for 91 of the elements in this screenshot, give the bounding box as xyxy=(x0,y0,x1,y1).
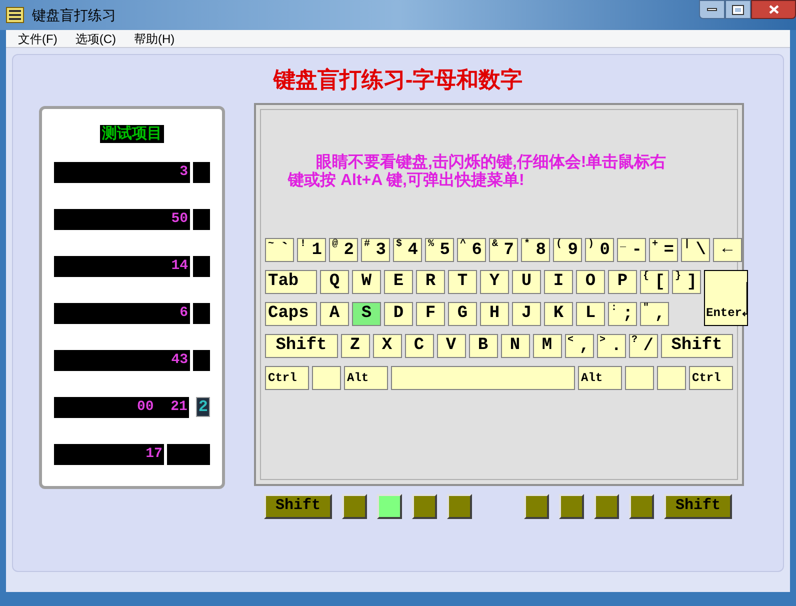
keyboard-key[interactable]: & 7 xyxy=(489,238,518,262)
masked-block xyxy=(167,444,210,464)
close-icon xyxy=(768,5,778,14)
keyboard-key[interactable]: Y xyxy=(480,270,509,294)
keyboard-key[interactable] xyxy=(625,366,654,390)
keyboard-key[interactable]: * 8 xyxy=(521,238,550,262)
keyboard-key[interactable]: F xyxy=(416,302,445,326)
menu-item[interactable]: 帮助(H) xyxy=(134,30,175,48)
stat-value: 6 xyxy=(180,304,188,322)
keyboard-key[interactable]: U xyxy=(512,270,541,294)
keyboard-key[interactable]: N xyxy=(500,334,530,358)
shift-indicator: Shift xyxy=(264,494,332,519)
keyboard-key[interactable]: L xyxy=(576,302,605,326)
keyboard-key[interactable]: T xyxy=(448,270,477,294)
keyboard-key[interactable]: | \ xyxy=(681,238,710,262)
keyboard-key[interactable]: { [ xyxy=(640,270,669,294)
menu-item[interactable]: 文件(F) xyxy=(18,30,58,48)
keyboard-key[interactable]: ( 9 xyxy=(553,238,582,262)
keyboard-key[interactable]: O xyxy=(576,270,605,294)
keyboard-key[interactable]: X xyxy=(372,334,402,358)
keyboard-key[interactable]: D xyxy=(384,302,413,326)
keyboard-key[interactable]: : ; xyxy=(608,302,637,326)
enter-label: Enter xyxy=(706,306,742,320)
close-button[interactable] xyxy=(751,0,796,19)
keyboard-key[interactable]: A xyxy=(320,302,349,326)
keyboard-key[interactable]: S xyxy=(352,302,381,326)
keyboard-key[interactable]: W xyxy=(352,270,381,294)
stat-value: 17 xyxy=(146,444,162,464)
keyboard-key[interactable]: Q xyxy=(320,270,349,294)
shift-key[interactable]: Shift xyxy=(660,334,733,358)
stat-value: 14 xyxy=(171,256,188,276)
shift-key[interactable]: Shift xyxy=(265,334,338,358)
keyboard-key[interactable]: _ - xyxy=(617,238,646,262)
keyboard-key[interactable]: ! 1 xyxy=(297,238,326,262)
keyboard-key[interactable]: M xyxy=(532,334,562,358)
keyboard-key[interactable]: > . xyxy=(596,334,626,358)
stat-value: 00 21 xyxy=(136,398,188,416)
masked-block xyxy=(193,350,210,370)
keyboard-key[interactable]: ^ 6 xyxy=(457,238,486,262)
keyboard-key[interactable]: C xyxy=(404,334,434,358)
keyboard-key[interactable]: R xyxy=(416,270,445,294)
keyboard-key[interactable]: ) 0 xyxy=(585,238,614,262)
keyboard-key[interactable]: G xyxy=(448,302,477,326)
keyboard-key[interactable]: ~ ` xyxy=(265,238,294,262)
keyboard-key[interactable]: } ] xyxy=(672,270,701,294)
keyboard-key[interactable] xyxy=(657,366,686,390)
return-arrow-icon xyxy=(742,282,748,318)
keyboard-key[interactable]: % 5 xyxy=(425,238,454,262)
menu-item[interactable]: 选项(C) xyxy=(75,30,116,48)
keyboard-key[interactable]: Alt xyxy=(578,366,622,390)
keyboard-key[interactable]: + = xyxy=(649,238,678,262)
keyboard-key[interactable] xyxy=(312,366,341,390)
keyboard-key[interactable]: H xyxy=(480,302,509,326)
keyboard-key[interactable]: @ 2 xyxy=(329,238,358,262)
keyboard-key[interactable]: $ 4 xyxy=(393,238,422,262)
maximize-button[interactable] xyxy=(725,0,751,19)
keyboard-key[interactable]: ? / xyxy=(628,334,658,358)
keyboard-key[interactable]: Ctrl xyxy=(689,366,733,390)
stat-value: 43 xyxy=(171,350,188,370)
stats-title: 测试项目 xyxy=(100,125,164,143)
keyboard-key[interactable]: Caps xyxy=(265,302,317,326)
keyboard-key[interactable]: Tab xyxy=(265,270,317,294)
stat-value: 50 xyxy=(171,210,188,228)
keyboard-key[interactable]: J xyxy=(512,302,541,326)
keyboard-key[interactable]: Alt xyxy=(344,366,388,390)
instruction-text: 眼睛不要看键盘,击闪烁的键,仔细体会!单击鼠标右键或按 Alt+A 键,可弹出快捷菜单! xyxy=(288,154,668,190)
keyboard-key[interactable]: B xyxy=(468,334,498,358)
masked-block xyxy=(193,302,210,324)
space-key[interactable] xyxy=(391,366,575,390)
keyboard-key[interactable]: K xyxy=(544,302,573,326)
count-badge: 2 xyxy=(196,397,210,417)
keyboard-icon xyxy=(6,7,24,23)
window-title: 键盘盲打练习 xyxy=(32,6,116,24)
page-heading: 键盘盲打练习-字母和数字 xyxy=(272,66,524,94)
keyboard-key[interactable]: Ctrl xyxy=(265,366,309,390)
minimize-button[interactable] xyxy=(699,0,725,19)
masked-block xyxy=(193,162,210,182)
keyboard-key[interactable]: < , xyxy=(564,334,594,358)
masked-block xyxy=(193,256,210,276)
shift-indicator: Shift xyxy=(664,494,732,519)
keyboard-key[interactable]: Z xyxy=(340,334,370,358)
masked-block xyxy=(193,208,210,230)
keyboard-key[interactable]: P xyxy=(608,270,637,294)
stat-value: 3 xyxy=(180,162,188,182)
keyboard-key[interactable]: ← xyxy=(713,238,742,262)
keyboard-key[interactable]: V xyxy=(436,334,466,358)
enter-key[interactable]: Enter xyxy=(704,270,748,326)
keyboard-key[interactable]: # 3 xyxy=(361,238,390,262)
keyboard-key[interactable]: I xyxy=(544,270,573,294)
keyboard-key[interactable]: " , xyxy=(640,302,669,326)
keyboard-key[interactable]: E xyxy=(384,270,413,294)
